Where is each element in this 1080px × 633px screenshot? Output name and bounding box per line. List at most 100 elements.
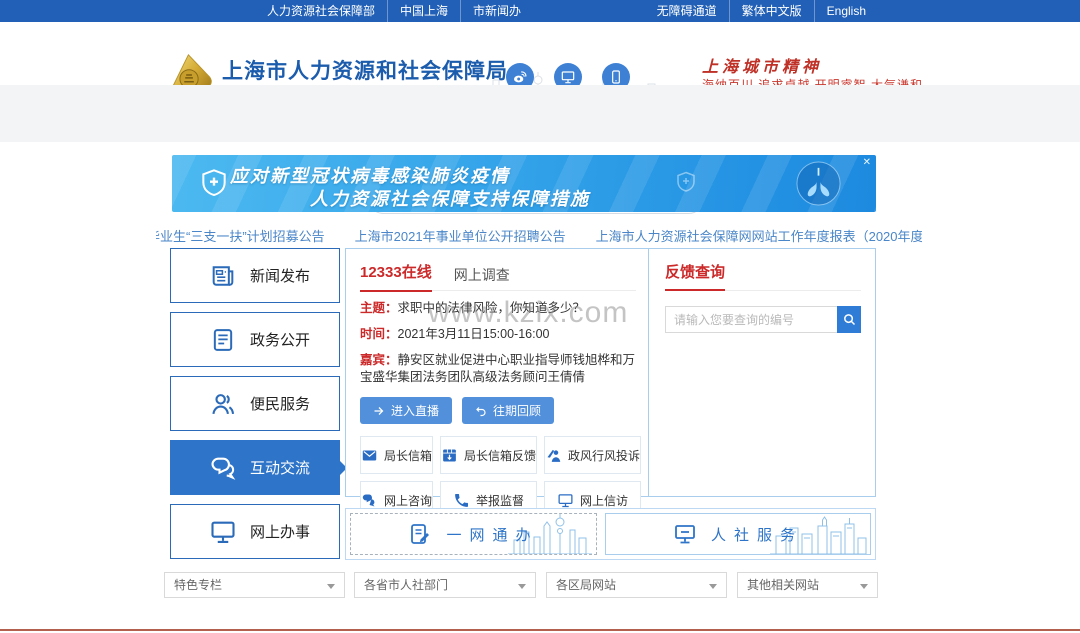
sidebar-label: 政务公开: [250, 329, 310, 350]
online-tabs: 12333在线 网上调查: [360, 259, 636, 291]
mail-icon: [361, 447, 378, 464]
consult-icon: [361, 492, 378, 509]
replay-icon: [475, 405, 487, 417]
feedback-query-input[interactable]: [665, 306, 837, 333]
online-12333-section: 12333在线 网上调查 主题：求职中的法律风险，你知道多少？ 时间：2021年…: [346, 249, 648, 496]
sidebar-item-online-services[interactable]: 网上办事: [170, 504, 340, 559]
epidemic-banner[interactable]: 应对新型冠状病毒感染肺炎疫情 人力资源社会保障支持保障措施 ✕: [172, 155, 876, 212]
sidebar-label: 便民服务: [250, 393, 310, 414]
enter-live-label: 进入直播: [391, 402, 439, 419]
banner-line2: 人力资源社会保障支持保障措施: [310, 185, 590, 211]
dropdown-label: 其他相关网站: [738, 573, 877, 597]
link-traditional-chinese[interactable]: 繁体中文版: [729, 0, 814, 22]
past-review-label: 往期回顾: [493, 402, 541, 419]
hr-social-service-banner[interactable]: 人社服务: [605, 513, 871, 555]
chevron-down-icon: [860, 584, 868, 589]
site-header: 上海市人力资源和社会保障局 SHANGHAI MUNICIPAL HUMAN R…: [0, 22, 1080, 85]
service-monitor-icon: [673, 522, 697, 546]
link-china-shanghai[interactable]: 中国上海: [387, 0, 460, 22]
quick-link-banners: 一网通办 人社服务: [345, 508, 876, 560]
chevron-down-icon: [518, 584, 526, 589]
link-mohrss[interactable]: 人力资源社会保障部: [255, 0, 387, 22]
dropdown-label: 各区局网站: [547, 573, 726, 597]
dropdown-label: 各省市人社部门: [355, 573, 535, 597]
monitor-icon: [209, 518, 237, 546]
link-city-news-office[interactable]: 市新闻办: [460, 0, 533, 22]
service-mailbox-feedback[interactable]: 局长信箱反馈: [440, 436, 537, 474]
search-icon: [842, 312, 857, 327]
news-ticker: 毕业生“三支一扶”计划招募公告 上海市2021年事业单位公开招聘公告 上海市人力…: [156, 226, 922, 244]
guest-row: 嘉宾：静安区就业促进中心职业指导师钱旭桦和万宝盛华集团法务团队高级法务顾问王倩倩: [360, 352, 636, 386]
search-band: 12333智询通 一课: [0, 85, 1080, 142]
mail-feedback-icon: [441, 447, 458, 464]
form-pen-icon: [408, 522, 432, 546]
lungs-graphic: [795, 160, 842, 207]
footer-top-border: [0, 629, 1080, 631]
live-buttons: 进入直播 往期回顾: [360, 397, 636, 424]
service-label: 政风行风投诉: [568, 447, 640, 464]
sidebar-item-public-service[interactable]: 便民服务: [170, 376, 340, 431]
ticker-item[interactable]: 毕业生“三支一扶”计划招募公告: [156, 226, 325, 244]
dropdown-related-sites[interactable]: 其他相关网站: [737, 572, 878, 598]
feedback-header: 反馈查询: [665, 259, 861, 291]
feedback-title: 反馈查询: [665, 259, 725, 287]
sidebar-label: 新闻发布: [250, 265, 310, 286]
top-utility-bar: 人力资源社会保障部 中国上海 市新闻办 无障碍通道 繁体中文版 English: [0, 0, 1080, 22]
time-row: 时间：2021年3月11日15:00-16:00: [360, 326, 636, 343]
topic-label: 主题：: [360, 301, 398, 315]
petition-icon: [557, 492, 574, 509]
guest-text: 静安区就业促进中心职业指导师钱旭桦和万宝盛华集团法务团队高级法务顾问王倩倩: [360, 353, 635, 384]
shield-small-icon: [674, 170, 698, 194]
dropdown-featured-columns[interactable]: 特色专栏: [164, 572, 345, 598]
service-label: 局长信箱: [384, 447, 432, 464]
feedback-query-button[interactable]: [837, 306, 861, 333]
link-english[interactable]: English: [814, 0, 878, 22]
ticker-item[interactable]: 上海市人力资源社会保障网网站工作年度报表（2020年度）: [596, 226, 922, 244]
document-icon: [209, 326, 237, 354]
time-text: 2021年3月11日15:00-16:00: [398, 327, 550, 341]
one-stop-service-banner[interactable]: 一网通办: [350, 513, 597, 555]
shield-cross-icon: [198, 167, 230, 199]
dropdown-label: 特色专栏: [165, 573, 344, 597]
complaint-icon: [545, 447, 562, 464]
service-label: 网上咨询: [384, 492, 432, 509]
hotline-icon: [453, 492, 470, 509]
service-label: 举报监督: [476, 492, 524, 509]
sidebar-item-news[interactable]: 新闻发布: [170, 248, 340, 303]
tab-12333-online[interactable]: 12333在线: [360, 259, 432, 291]
chat-icon: [209, 454, 237, 482]
topic-row: 主题：求职中的法律风险，你知道多少？: [360, 300, 636, 317]
feedback-query-section: 反馈查询: [648, 249, 875, 496]
past-review-button[interactable]: 往期回顾: [462, 397, 554, 424]
sidebar-item-interaction[interactable]: 互动交流: [170, 440, 340, 495]
ticker-item[interactable]: 上海市2021年事业单位公开招聘公告: [355, 226, 566, 244]
service-conduct-complaint[interactable]: 政风行风投诉: [544, 436, 641, 474]
topic-text: 求职中的法律风险，你知道多少？: [398, 301, 586, 315]
tab-online-survey[interactable]: 网上调查: [454, 265, 510, 285]
chevron-down-icon: [709, 584, 717, 589]
one-stop-service-label: 一网通办: [446, 524, 538, 545]
service-grid: 局长信箱 局长信箱反馈 政风行风投诉: [360, 436, 636, 519]
topbar-left-links: 人力资源社会保障部 中国上海 市新闻办: [255, 0, 533, 22]
service-label: 网上信访: [580, 492, 628, 509]
link-accessibility[interactable]: 无障碍通道: [645, 0, 729, 22]
chevron-down-icon: [327, 584, 335, 589]
enter-live-button[interactable]: 进入直播: [360, 397, 452, 424]
hr-social-service-label: 人社服务: [711, 524, 803, 545]
interaction-panel: 12333在线 网上调查 主题：求职中的法律风险，你知道多少？ 时间：2021年…: [345, 248, 876, 497]
people-icon: [209, 390, 237, 418]
sidebar-item-gov-info[interactable]: 政务公开: [170, 312, 340, 367]
banner-close-icon[interactable]: ✕: [863, 157, 871, 168]
guest-label: 嘉宾：: [360, 353, 398, 367]
feedback-query: [665, 306, 861, 333]
service-label: 局长信箱反馈: [464, 447, 536, 464]
dropdown-district-sites[interactable]: 各区局网站: [546, 572, 727, 598]
arrow-right-icon: [373, 405, 385, 417]
dropdown-provincial-hr-depts[interactable]: 各省市人社部门: [354, 572, 536, 598]
footer-dropdowns: 特色专栏 各省市人社部门 各区局网站 其他相关网站: [0, 572, 1080, 598]
news-icon: [209, 262, 237, 290]
topbar-right-links: 无障碍通道 繁体中文版 English: [645, 0, 878, 22]
service-director-mailbox[interactable]: 局长信箱: [360, 436, 433, 474]
sidebar-label: 网上办事: [250, 521, 310, 542]
sidebar-label: 互动交流: [250, 457, 310, 478]
